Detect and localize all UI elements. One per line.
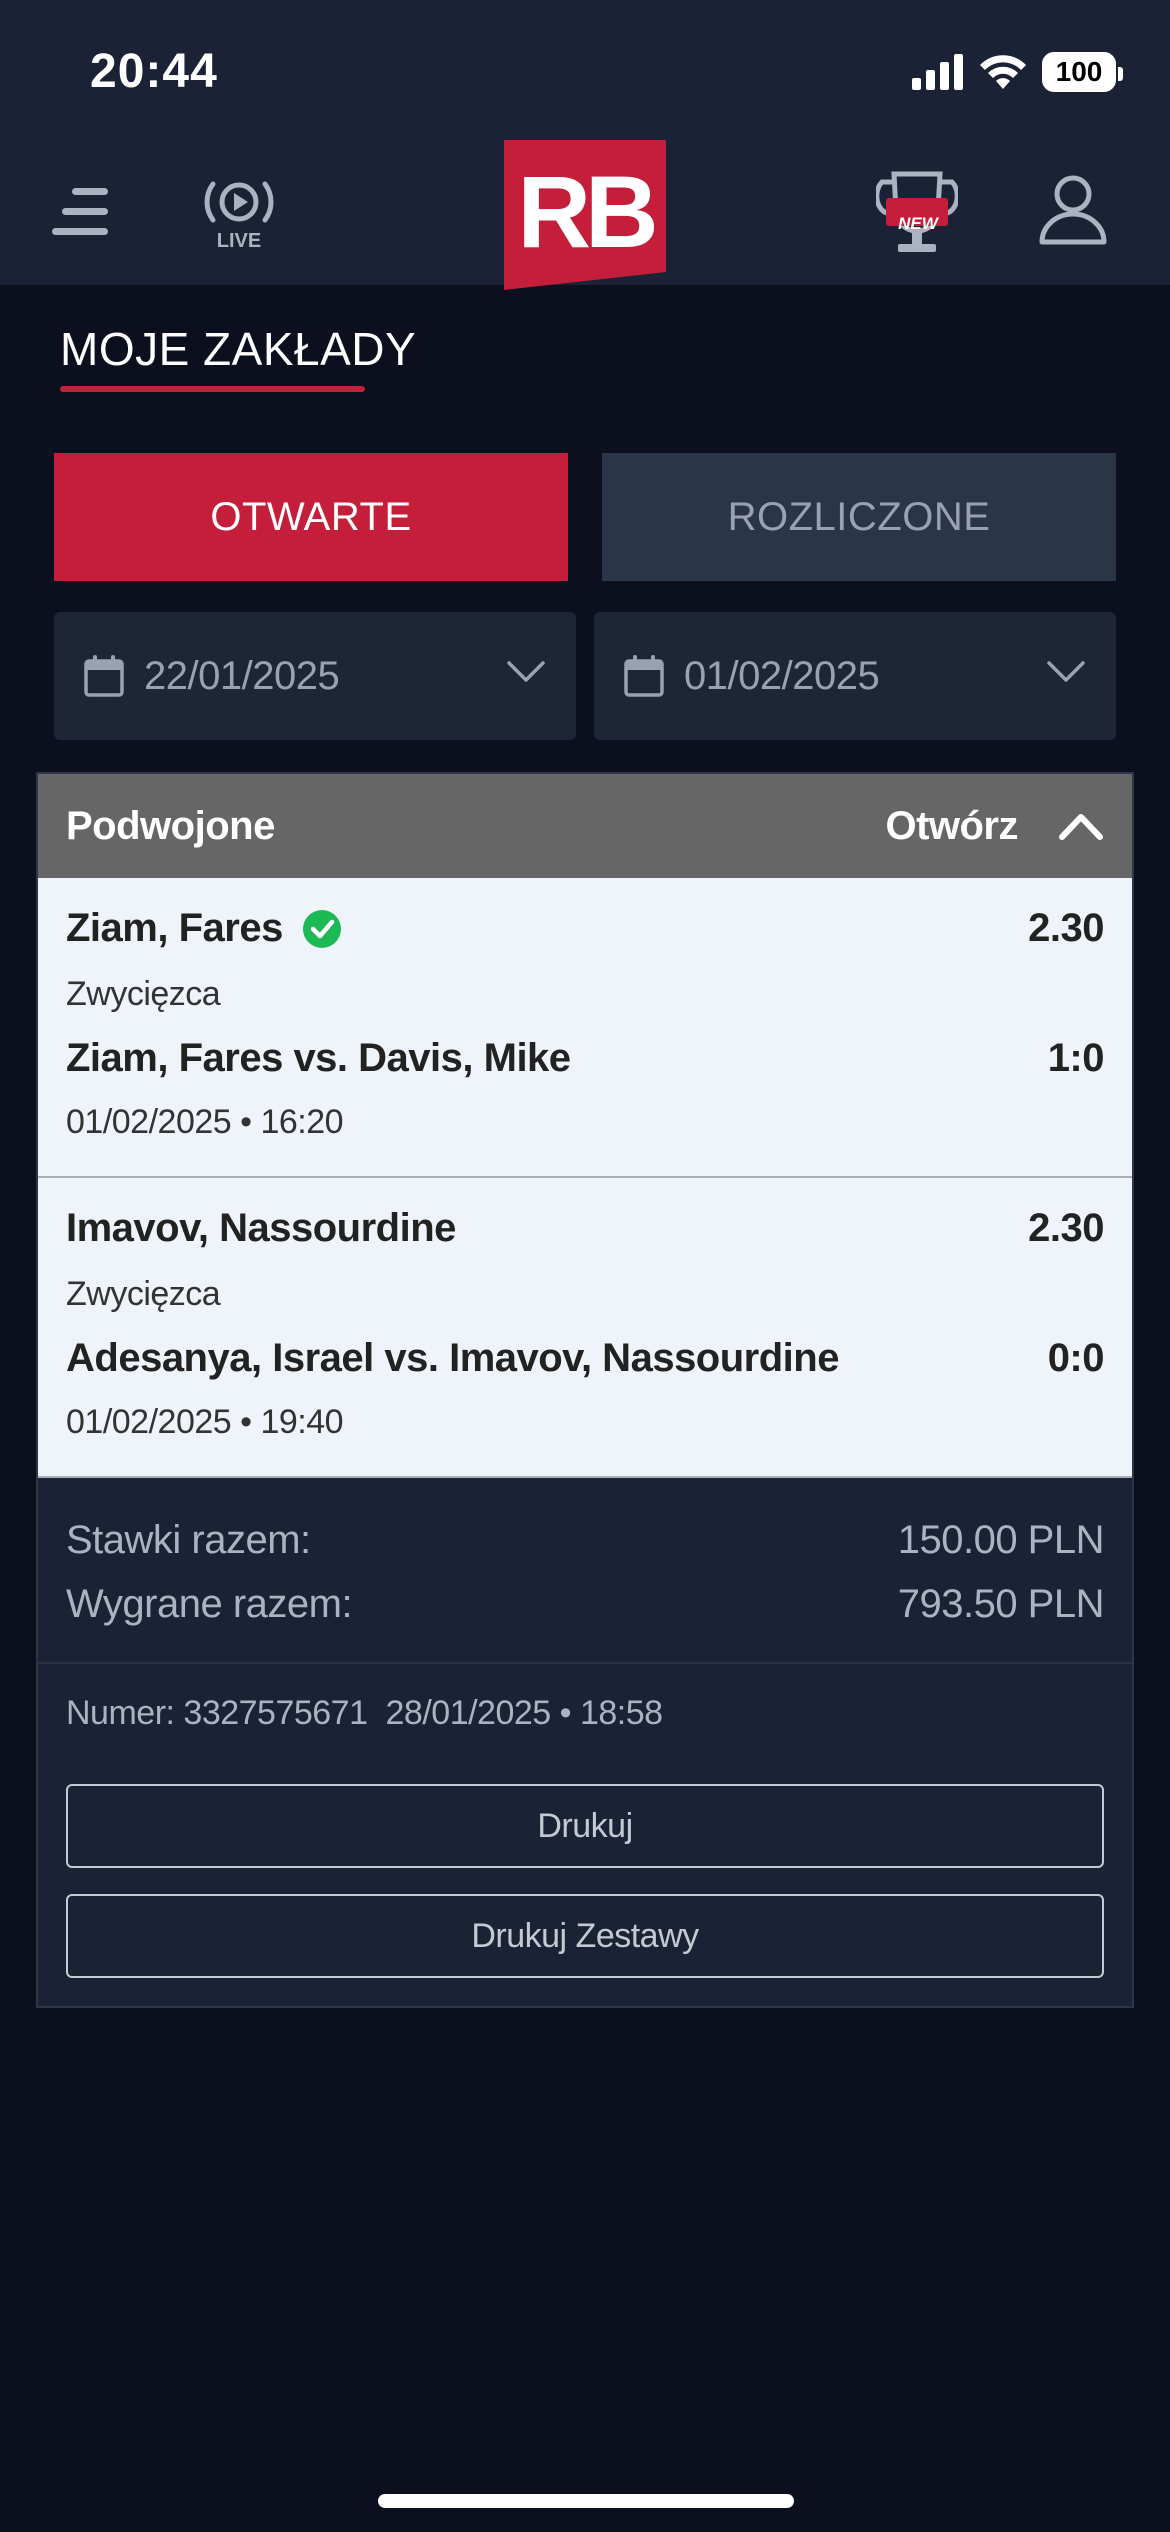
date-to-picker[interactable]: 01/02/2025 <box>594 612 1116 740</box>
bet-number: Numer: 3327575671 <box>66 1694 368 1732</box>
bet-totals: Stawki razem: 150.00 PLN Wygrane razem: … <box>38 1478 1132 1664</box>
selection-match: Adesanya, Israel vs. Imavov, Nassourdine <box>66 1336 839 1380</box>
stake-total-value: 150.00 PLN <box>897 1517 1105 1562</box>
win-total-label: Wygrane razem: <box>66 1581 353 1626</box>
tab-open[interactable]: OTWARTE <box>54 453 568 581</box>
menu-icon <box>52 188 108 235</box>
print-sets-button[interactable]: Drukuj Zestawy <box>66 1894 1104 1978</box>
tab-settled[interactable]: ROZLICZONE <box>602 453 1116 581</box>
check-circle-icon <box>302 909 341 948</box>
bet-meta: Numer: 3327575671 28/01/2025 • 18:58 <box>38 1664 1132 1784</box>
selection-pick: Imavov, Nassourdine <box>66 1206 456 1250</box>
app-header: 20:44 100 LIVE RB NEW <box>0 0 1170 290</box>
selection-score: 1:0 <box>1047 1036 1105 1080</box>
date-from-picker[interactable]: 22/01/2025 <box>54 612 576 740</box>
bet-card-header[interactable]: Podwojone Otwórz <box>38 774 1132 878</box>
bet-selection: Imavov, Nassourdine 2.30 Zwycięzca Adesa… <box>38 1178 1132 1478</box>
signal-icon <box>912 54 963 90</box>
status-time: 20:44 <box>90 45 218 98</box>
chevron-down-icon <box>1047 661 1085 682</box>
chevron-down-icon <box>507 661 545 682</box>
selection-market: Zwycięzca <box>66 975 221 1013</box>
live-label: LIVE <box>216 229 262 252</box>
home-indicator[interactable] <box>378 2494 794 2508</box>
expand-toggle-label[interactable]: Otwórz <box>885 804 1018 849</box>
title-underline <box>60 386 365 392</box>
bet-placed-at: 28/01/2025 • 18:58 <box>385 1694 664 1732</box>
calendar-icon <box>84 655 124 697</box>
stake-total-label: Stawki razem: <box>66 1517 311 1562</box>
chevron-up-icon[interactable] <box>1058 811 1104 841</box>
status-icons: 100 <box>912 52 1123 92</box>
promotions-button[interactable]: NEW <box>876 170 958 260</box>
battery-icon: 100 <box>1042 52 1123 92</box>
new-badge: NEW <box>898 214 938 233</box>
live-button[interactable]: LIVE <box>196 170 282 256</box>
bet-type: Podwojone <box>66 803 275 848</box>
account-button[interactable] <box>1036 170 1110 250</box>
bet-card: Podwojone Otwórz Ziam, Fares 2.30 Zwycię… <box>36 772 1134 2008</box>
live-broadcast-icon <box>204 181 274 222</box>
page-title: MOJE ZAKŁADY <box>60 323 417 375</box>
user-icon <box>1039 175 1107 245</box>
calendar-icon <box>624 655 664 697</box>
selection-odds: 2.30 <box>1028 1206 1104 1250</box>
print-button[interactable]: Drukuj <box>66 1784 1104 1868</box>
selection-datetime: 01/02/2025 • 16:20 <box>66 1103 344 1141</box>
brand-logo[interactable]: RB <box>504 140 666 290</box>
date-from-value: 22/01/2025 <box>144 653 340 698</box>
selection-datetime: 01/02/2025 • 19:40 <box>66 1403 344 1441</box>
bet-selection: Ziam, Fares 2.30 Zwycięzca Ziam, Fares v… <box>38 878 1132 1178</box>
selection-odds: 2.30 <box>1028 906 1104 950</box>
wifi-icon <box>980 55 1026 89</box>
selection-match: Ziam, Fares vs. Davis, Mike <box>66 1036 571 1080</box>
selection-score: 0:0 <box>1047 1336 1105 1380</box>
date-to-value: 01/02/2025 <box>684 653 880 698</box>
selection-pick: Ziam, Fares <box>66 906 341 951</box>
menu-button[interactable] <box>52 180 116 244</box>
selection-market: Zwycięzca <box>66 1275 221 1313</box>
win-total-value: 793.50 PLN <box>897 1581 1105 1626</box>
logo-text: RB <box>517 155 658 269</box>
